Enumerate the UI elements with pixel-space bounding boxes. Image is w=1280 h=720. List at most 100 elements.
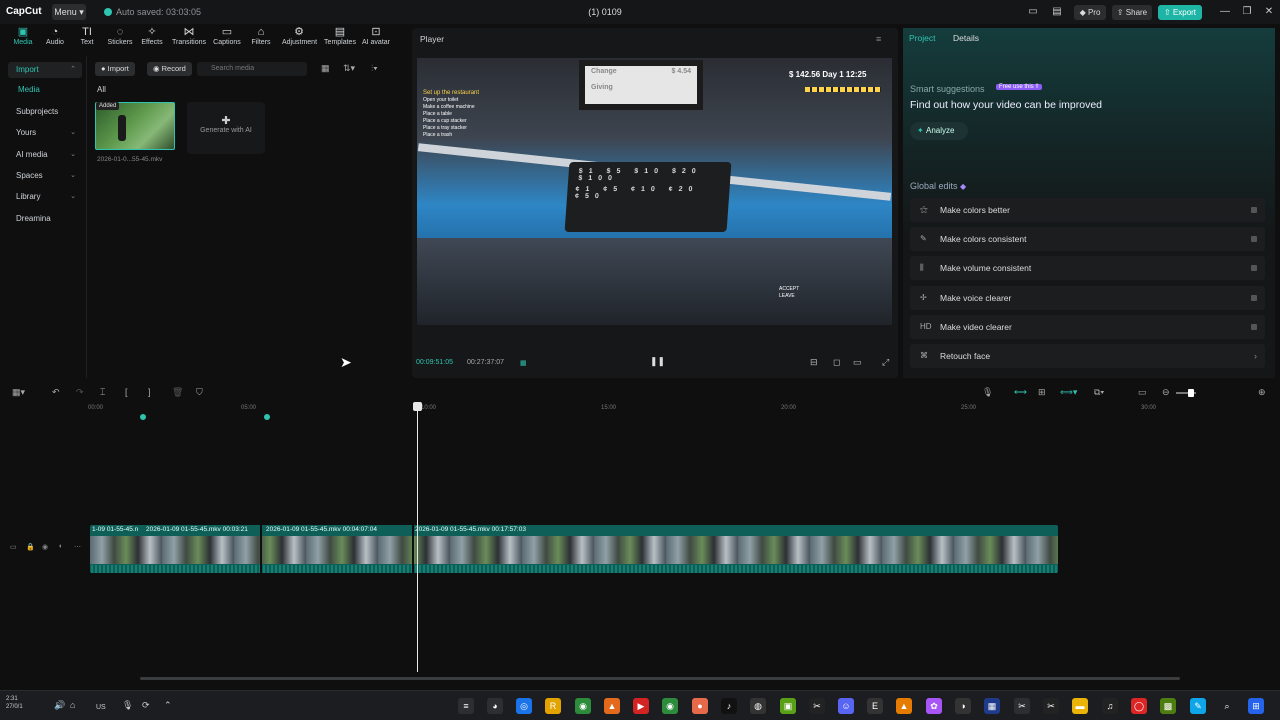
playhead-handle[interactable] bbox=[413, 402, 422, 411]
layout-select-icon[interactable]: ▦▾ bbox=[12, 387, 25, 398]
search-input[interactable]: Search media bbox=[197, 62, 307, 76]
tiktok-icon[interactable]: ♪ bbox=[721, 698, 737, 714]
tool-ai-avatar[interactable]: ⊡ AI avatar bbox=[359, 26, 393, 46]
close-icon[interactable]: ✕ bbox=[1262, 6, 1276, 17]
search-icon[interactable]: ⌕ bbox=[1219, 698, 1235, 714]
tool-audio[interactable]: ◔ Audio bbox=[38, 26, 72, 46]
edit-make-video-clearer[interactable]: HD Make video clearer bbox=[910, 315, 1265, 339]
zoom-out-icon[interactable]: ⊖ bbox=[1162, 387, 1170, 398]
sort-icon[interactable]: ⇅▾ bbox=[343, 63, 355, 74]
volume-icon[interactable]: 🔊 bbox=[54, 700, 65, 711]
toggle-icon[interactable] bbox=[1251, 207, 1257, 213]
sidebar-item-media[interactable]: Media bbox=[8, 82, 82, 98]
snap-icon[interactable]: ⟺▾ bbox=[1060, 387, 1077, 398]
split-right-icon[interactable]: ] bbox=[148, 387, 151, 397]
marker-icon[interactable]: ⛉ bbox=[196, 387, 203, 398]
vlc-icon[interactable]: ▲ bbox=[896, 698, 912, 714]
delete-icon[interactable]: 🗑 bbox=[172, 387, 183, 398]
tool-media[interactable]: ▣ Media bbox=[6, 26, 40, 46]
capcut-icon[interactable]: ✂ bbox=[809, 698, 825, 714]
eye-icon[interactable]: ◉ bbox=[42, 543, 48, 551]
tool-effects[interactable]: ✧ Effects bbox=[135, 26, 169, 46]
tool-transitions[interactable]: ⋈ Transitions bbox=[172, 26, 206, 46]
capcut-2-icon[interactable]: ✂ bbox=[1043, 698, 1059, 714]
sidebar-item-spaces[interactable]: Spaces ⌄ bbox=[8, 168, 82, 184]
nvidia-icon[interactable]: ▣ bbox=[780, 698, 796, 714]
tool-templates[interactable]: ▤ Templates bbox=[323, 26, 357, 46]
multi-app-icon[interactable]: ✿ bbox=[926, 698, 942, 714]
taskview-icon[interactable]: ≡ bbox=[458, 698, 474, 714]
youtube-icon[interactable]: ▶ bbox=[633, 698, 649, 714]
timecode-mode-icon[interactable]: ▦ bbox=[520, 359, 527, 367]
split-icon[interactable]: ⌶ bbox=[100, 387, 105, 398]
edit-make-volume-consistent[interactable]: ⫼ Make volume consistent bbox=[910, 256, 1265, 280]
record-button[interactable]: ◉ Record bbox=[147, 62, 192, 76]
pro-button[interactable]: ◆ Pro bbox=[1074, 5, 1106, 20]
split-left-icon[interactable]: [ bbox=[125, 387, 128, 397]
paint-icon[interactable]: ✎ bbox=[1190, 698, 1206, 714]
video-preview[interactable]: Change $ 4.54 Giving $1 $5 $10 $20 $100 … bbox=[417, 58, 892, 325]
microphone-icon[interactable]: 🎙 bbox=[122, 700, 133, 711]
tool-stickers[interactable]: ◌ Stickers bbox=[103, 26, 137, 46]
audio-toggle-icon[interactable]: ◖ bbox=[58, 543, 62, 550]
grid-view-icon[interactable]: ▦ bbox=[321, 63, 330, 74]
steam-icon[interactable]: ◕ bbox=[487, 698, 503, 714]
edit-make-colors-consistent[interactable]: ✎ Make colors consistent bbox=[910, 227, 1265, 251]
fit-timeline-icon[interactable]: ⊕ bbox=[1258, 387, 1266, 398]
layout-icon[interactable]: ▭ bbox=[1026, 6, 1040, 17]
discord-icon[interactable]: ☺ bbox=[838, 698, 854, 714]
toggle-icon[interactable] bbox=[1251, 236, 1257, 242]
edit-make-voice-clearer[interactable]: ✢ Make voice clearer bbox=[910, 286, 1265, 310]
maximize-icon[interactable]: ❐ bbox=[1240, 6, 1254, 17]
export-button[interactable]: ⇧ Export bbox=[1158, 5, 1202, 20]
tab-details[interactable]: Details bbox=[953, 33, 979, 43]
sidebar-item-subprojects[interactable]: Subprojects bbox=[8, 104, 82, 120]
timeline-marker[interactable] bbox=[140, 414, 146, 420]
pause-button[interactable]: ❚❚ bbox=[650, 356, 665, 367]
toggle-icon[interactable] bbox=[1251, 295, 1257, 301]
opera-icon[interactable]: ◯ bbox=[1131, 698, 1147, 714]
filter-all[interactable]: All bbox=[97, 85, 106, 94]
tool-captions[interactable]: ▭ Captions bbox=[210, 26, 244, 46]
mic-icon[interactable]: 🎙 bbox=[982, 387, 993, 398]
caption-track-icon[interactable]: ▭ bbox=[1138, 387, 1147, 398]
cover-icon[interactable]: ▭ bbox=[10, 543, 17, 551]
toggle-icon[interactable] bbox=[1251, 324, 1257, 330]
tray-chevron-icon[interactable]: ⌃ bbox=[164, 700, 172, 711]
capcut-active-icon[interactable]: ✂ bbox=[1014, 698, 1030, 714]
video-track[interactable]: 1-09 01-55-45.n 2026-01-09 01-55-45.mkv … bbox=[90, 525, 1058, 573]
affinity-icon[interactable]: ▲ bbox=[604, 698, 620, 714]
tab-project[interactable]: Project bbox=[909, 33, 935, 43]
timeline-scrollbar[interactable] bbox=[140, 677, 1180, 680]
filter-icon[interactable]: ⫶▾ bbox=[371, 63, 378, 74]
sidebar-item-dreamina[interactable]: Dreamina bbox=[8, 211, 82, 227]
rockstar-icon[interactable]: R bbox=[545, 698, 561, 714]
language-indicator[interactable]: US bbox=[96, 704, 106, 711]
minecraft-icon[interactable]: ▩ bbox=[1160, 698, 1176, 714]
shortcut-icon[interactable]: ▤ bbox=[1050, 6, 1064, 17]
tool-filters[interactable]: ⌂ Filters bbox=[244, 26, 278, 46]
more-icon[interactable]: ⋯ bbox=[74, 543, 81, 551]
fullscreen-icon[interactable]: ⤢ bbox=[882, 357, 889, 368]
toggle-icon[interactable] bbox=[1251, 265, 1257, 271]
crop-icon[interactable]: ◻ bbox=[833, 357, 840, 368]
edit-make-colors-better[interactable]: ⚝ Make colors better bbox=[910, 198, 1265, 222]
sidebar-item-yours[interactable]: Yours ⌄ bbox=[8, 125, 82, 141]
zoom-slider-handle[interactable] bbox=[1188, 389, 1194, 397]
github-icon[interactable]: ◑ bbox=[955, 698, 971, 714]
folder-icon[interactable]: ▬ bbox=[1072, 698, 1088, 714]
mic-app-icon[interactable]: ● bbox=[692, 698, 708, 714]
timeline-marker[interactable] bbox=[264, 414, 270, 420]
sidebar-item-library[interactable]: Library ⌄ bbox=[8, 189, 82, 205]
steam-2-icon[interactable]: ▦ bbox=[984, 698, 1000, 714]
edge-icon[interactable]: ◎ bbox=[516, 698, 532, 714]
share-button[interactable]: ⇪ Share bbox=[1112, 5, 1152, 20]
player-menu-icon[interactable]: ≡ bbox=[876, 34, 881, 44]
start-icon[interactable]: ⊞ bbox=[1248, 698, 1264, 714]
sidebar-item-ai-media[interactable]: AI media ⌄ bbox=[8, 147, 82, 163]
tool-adjustment[interactable]: ⚙ Adjustment bbox=[282, 26, 317, 46]
link-icon[interactable]: ⟷ bbox=[1014, 387, 1027, 398]
menu-button[interactable]: Menu ▾ bbox=[52, 4, 86, 20]
chrome-icon[interactable]: ◉ bbox=[575, 698, 591, 714]
sync-icon[interactable]: ⟳ bbox=[142, 700, 150, 711]
